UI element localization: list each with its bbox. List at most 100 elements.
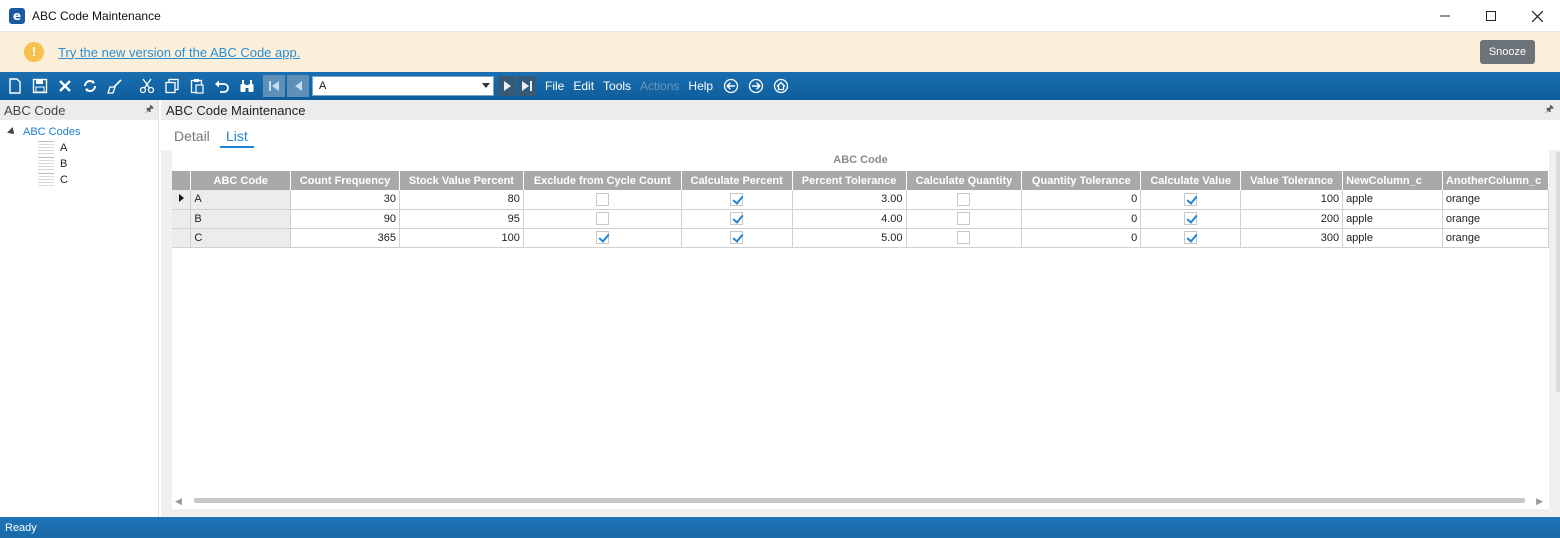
column-header[interactable]: Value Tolerance <box>1240 171 1344 190</box>
column-header[interactable]: NewColumn_c <box>1342 171 1443 190</box>
column-header[interactable]: Calculate Value <box>1140 171 1242 190</box>
quantity-tolerance-cell[interactable]: 0 <box>1021 190 1142 210</box>
tree-root-node[interactable]: ABC Codes <box>0 124 158 140</box>
calculate-percent-checkbox[interactable] <box>730 231 744 244</box>
row-selector[interactable] <box>172 228 192 248</box>
menu-actions[interactable]: Actions <box>640 79 679 93</box>
snooze-button[interactable]: Snooze <box>1480 40 1535 64</box>
first-record-button[interactable] <box>263 75 285 97</box>
row-selector[interactable] <box>172 190 192 210</box>
tree-node-a[interactable]: A <box>0 140 158 156</box>
abc-code-cell[interactable]: A <box>190 190 292 210</box>
forward-button[interactable] <box>744 74 768 98</box>
home-button[interactable] <box>769 74 793 98</box>
pin-icon[interactable]: 🖈︎ <box>145 102 154 119</box>
menu-tools[interactable]: Tools <box>603 79 631 93</box>
back-button[interactable] <box>719 74 743 98</box>
menu-edit[interactable]: Edit <box>573 79 594 93</box>
horizontal-scrollbar[interactable]: ◀ ▶ <box>172 495 1549 507</box>
new-column-cell[interactable]: apple <box>1342 209 1443 229</box>
column-header[interactable]: AnotherColumn_c <box>1442 171 1549 190</box>
percent-tolerance-cell[interactable]: 4.00 <box>792 209 907 229</box>
calculate-percent-checkbox[interactable] <box>730 212 744 225</box>
column-header[interactable]: ABC Code <box>190 171 292 190</box>
table-row[interactable]: B 90 95 4.00 0 200 apple orange <box>172 209 1549 229</box>
percent-tolerance-cell[interactable]: 5.00 <box>792 228 907 248</box>
count-frequency-cell[interactable]: 30 <box>290 190 400 210</box>
table-row[interactable]: C 365 100 5.00 0 300 apple orange <box>172 228 1549 248</box>
calculate-value-checkbox[interactable] <box>1184 231 1198 244</box>
quantity-tolerance-cell[interactable]: 0 <box>1021 209 1142 229</box>
calculate-value-checkbox[interactable] <box>1184 212 1198 225</box>
new-column-cell[interactable]: apple <box>1342 190 1443 210</box>
column-header[interactable]: Count Frequency <box>290 171 400 190</box>
minimize-button[interactable] <box>1422 0 1468 32</box>
copy-button[interactable] <box>160 74 184 98</box>
another-column-cell[interactable]: orange <box>1442 228 1549 248</box>
count-frequency-cell[interactable]: 365 <box>290 228 400 248</box>
scroll-left-icon[interactable]: ◀ <box>175 496 182 507</box>
exclude-cycle-count-checkbox[interactable] <box>595 192 609 206</box>
table-row[interactable]: A 30 80 3.00 0 100 apple orange <box>172 190 1549 210</box>
clear-button[interactable] <box>103 74 127 98</box>
undo-button[interactable] <box>210 74 234 98</box>
pin-icon[interactable]: 🖈︎ <box>1545 102 1554 119</box>
count-frequency-cell[interactable]: 90 <box>290 209 400 229</box>
cut-button[interactable] <box>135 74 159 98</box>
row-selector[interactable] <box>172 209 192 229</box>
abc-code-cell[interactable]: C <box>190 228 292 248</box>
last-record-button[interactable] <box>518 76 536 96</box>
search-button[interactable] <box>235 74 259 98</box>
new-column-cell[interactable]: apple <box>1342 228 1443 248</box>
scroll-right-icon[interactable]: ▶ <box>1536 496 1543 507</box>
menu-help[interactable]: Help <box>688 79 713 93</box>
paste-button[interactable] <box>185 74 209 98</box>
abc-code-cell[interactable]: B <box>190 209 292 229</box>
stock-value-percent-cell[interactable]: 80 <box>399 190 524 210</box>
value-tolerance-cell[interactable]: 300 <box>1240 228 1344 248</box>
column-header[interactable]: Stock Value Percent <box>399 171 524 190</box>
tree-node-c[interactable]: C <box>0 172 158 188</box>
column-header[interactable]: Quantity Tolerance <box>1021 171 1142 190</box>
exclude-cycle-count-checkbox[interactable] <box>595 212 609 225</box>
calculate-percent-checkbox[interactable] <box>730 192 744 206</box>
tab-detail[interactable]: Detail <box>174 128 210 144</box>
value-tolerance-cell[interactable]: 200 <box>1240 209 1344 229</box>
stock-value-percent-cell[interactable]: 95 <box>399 209 524 229</box>
expand-caret-icon[interactable] <box>7 127 17 137</box>
tree-node-label: A <box>60 142 68 154</box>
tree-node-b[interactable]: B <box>0 156 158 172</box>
chevron-down-icon[interactable] <box>482 83 490 88</box>
record-selector-combo[interactable]: A <box>312 76 494 96</box>
percent-tolerance-cell[interactable]: 3.00 <box>792 190 907 210</box>
tree-root-label[interactable]: ABC Codes <box>23 126 80 138</box>
calculate-quantity-checkbox[interactable] <box>957 231 971 244</box>
calculate-quantity-checkbox[interactable] <box>957 192 971 206</box>
delete-button[interactable] <box>53 74 77 98</box>
another-column-cell[interactable]: orange <box>1442 209 1549 229</box>
previous-record-button[interactable] <box>287 75 309 97</box>
tab-list[interactable]: List <box>220 128 254 148</box>
column-header[interactable]: Percent Tolerance <box>792 171 907 190</box>
new-button[interactable] <box>3 74 27 98</box>
calculate-value-checkbox[interactable] <box>1184 192 1198 206</box>
try-new-version-link[interactable]: Try the new version of the ABC Code app. <box>58 45 300 60</box>
refresh-button[interactable] <box>78 74 102 98</box>
close-button[interactable] <box>1514 0 1560 32</box>
exclude-cycle-count-checkbox[interactable] <box>595 231 609 244</box>
save-button[interactable] <box>28 74 52 98</box>
calculate-quantity-checkbox[interactable] <box>957 212 971 225</box>
quantity-tolerance-cell[interactable]: 0 <box>1021 228 1142 248</box>
column-header[interactable]: Calculate Percent <box>681 171 793 190</box>
vertical-scrollbar[interactable] <box>1556 152 1560 392</box>
value-tolerance-cell[interactable]: 100 <box>1240 190 1344 210</box>
scrollbar-thumb[interactable] <box>194 498 1525 503</box>
column-header[interactable]: Calculate Quantity <box>906 171 1023 190</box>
maximize-button[interactable] <box>1468 0 1514 32</box>
menu-file[interactable]: File <box>545 79 564 93</box>
next-record-button[interactable] <box>498 76 516 96</box>
column-header[interactable]: Exclude from Cycle Count <box>523 171 682 190</box>
another-column-cell[interactable]: orange <box>1442 190 1549 210</box>
stock-value-percent-cell[interactable]: 100 <box>399 228 524 248</box>
undo-icon <box>215 80 229 93</box>
